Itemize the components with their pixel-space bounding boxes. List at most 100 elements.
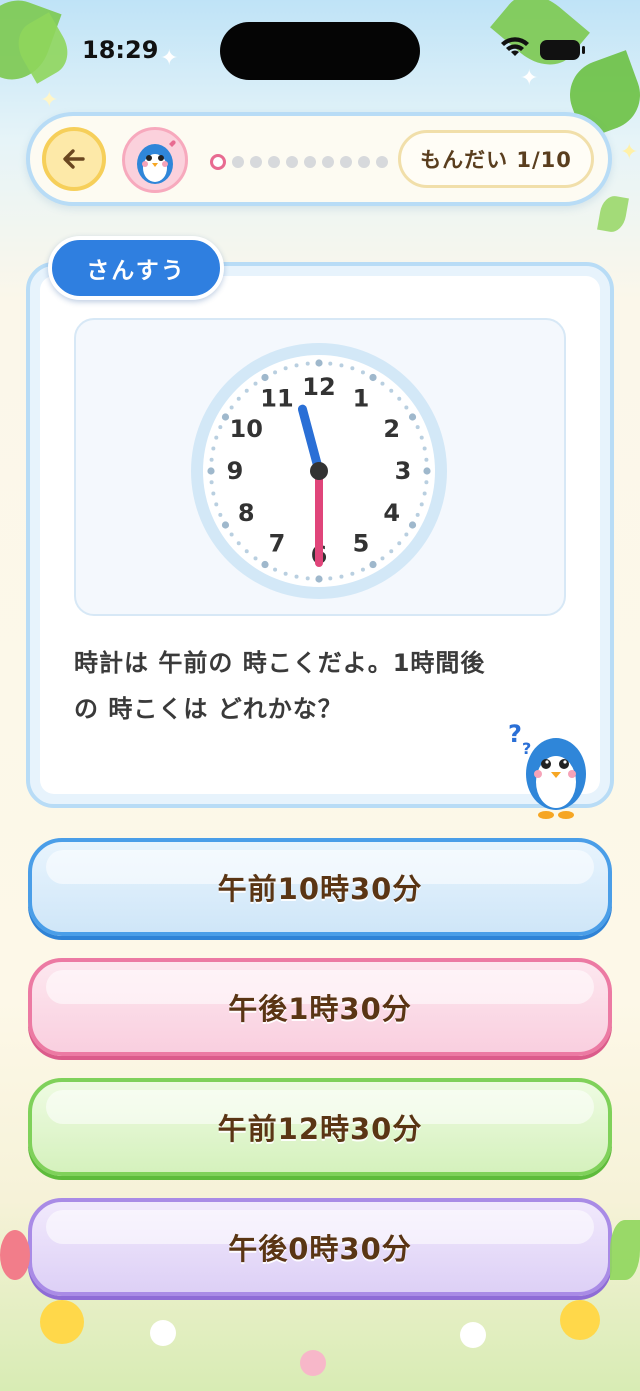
battery-icon <box>540 40 585 60</box>
answer-option-1[interactable]: 午前10時30分 <box>28 838 612 936</box>
clock-number: 5 <box>353 530 370 558</box>
clock-tick <box>236 396 241 401</box>
clock-tick <box>283 366 288 371</box>
clock-tick <box>339 363 344 368</box>
clock-tick <box>294 363 299 368</box>
clock-panel: 121234567891011 <box>74 318 566 616</box>
question-text-line1: 時計は 午前の 時こくだよ。1時間後 <box>74 649 486 677</box>
svg-text:?: ? <box>522 739 531 758</box>
status-time: 18:29 <box>82 36 159 64</box>
progress-dot <box>232 156 244 168</box>
clock-tick <box>211 491 216 496</box>
clock-number: 9 <box>227 457 244 485</box>
clock-tick <box>221 413 230 421</box>
clock-tick <box>360 370 365 375</box>
answer-option-label: 午後1時30分 <box>228 992 412 1026</box>
clock-tick <box>397 541 402 546</box>
clock-tick <box>350 571 355 576</box>
progress-dot <box>304 156 316 168</box>
progress-dot <box>268 156 280 168</box>
clock-tick <box>389 388 394 393</box>
wifi-icon <box>501 37 529 56</box>
clock-tick <box>209 457 214 462</box>
progress-dot <box>322 156 334 168</box>
clock-tick <box>415 512 420 517</box>
answer-option-label: 午前12時30分 <box>217 1112 423 1146</box>
answer-option-4[interactable]: 午後0時30分 <box>28 1198 612 1296</box>
quiz-header: もんだい 1/10 <box>26 112 612 206</box>
progress-dots <box>210 154 388 170</box>
progress-dot <box>376 156 388 168</box>
clock-tick <box>253 556 258 561</box>
dynamic-island <box>220 22 420 80</box>
clock-tick <box>305 576 310 581</box>
clock-tick <box>229 405 234 410</box>
leaf-decoration <box>610 1220 640 1280</box>
clock-tick <box>253 381 258 386</box>
clock-tick <box>209 480 214 485</box>
progress-dot-current <box>210 154 226 170</box>
penguin-mascot-icon <box>137 140 176 184</box>
clock-tick <box>415 425 420 430</box>
clock-tick <box>380 556 385 561</box>
clock-tick <box>214 502 219 507</box>
clock-tick <box>404 405 409 410</box>
progress-dot <box>286 156 298 168</box>
clock-tick <box>328 576 333 581</box>
clock-tick <box>315 575 323 583</box>
clock-tick <box>397 396 402 401</box>
clock-number: 3 <box>395 457 412 485</box>
clock-number: 10 <box>230 415 263 443</box>
sparkle-icon: ✦ <box>620 140 639 165</box>
flower-decoration <box>460 1322 486 1348</box>
question-counter: もんだい 1/10 <box>398 130 594 188</box>
answer-option-3[interactable]: 午前12時30分 <box>28 1078 612 1176</box>
clock-number: 4 <box>383 499 400 527</box>
clock-tick <box>221 521 230 529</box>
clock-tick <box>236 541 241 546</box>
clock-tick <box>419 502 424 507</box>
clock-tick <box>369 560 377 569</box>
status-bar: 18:29 <box>0 0 640 100</box>
clock-tick <box>261 373 269 382</box>
clock-tick <box>244 388 249 393</box>
flower-decoration <box>0 1230 30 1280</box>
clock-number: 8 <box>238 499 255 527</box>
clock-tick <box>305 361 310 366</box>
clock-tick <box>218 425 223 430</box>
clock-tick <box>294 574 299 579</box>
clock-tick <box>339 574 344 579</box>
clock-number: 1 <box>353 384 370 412</box>
clock-tick <box>273 567 278 572</box>
clock-tick <box>315 359 323 367</box>
clock-tick <box>211 446 216 451</box>
clock-center <box>310 462 328 480</box>
clock-tick <box>229 532 234 537</box>
clock-tick <box>350 366 355 371</box>
clock-tick <box>218 512 223 517</box>
progress-dot <box>250 156 262 168</box>
clock-tick <box>261 560 269 569</box>
clock-tick <box>360 567 365 572</box>
question-text-line2: の 時こくは どれかな？ <box>74 695 343 723</box>
clock-tick <box>422 446 427 451</box>
clock-tick <box>369 373 377 382</box>
clock-tick <box>207 467 215 475</box>
clock-tick <box>380 381 385 386</box>
answer-option-label: 午前10時30分 <box>217 872 423 906</box>
answer-option-label: 午後0時30分 <box>228 1232 412 1266</box>
arrow-left-icon <box>63 149 85 169</box>
clock-tick <box>328 361 333 366</box>
answer-option-2[interactable]: 午後1時30分 <box>28 958 612 1056</box>
clock-tick <box>283 571 288 576</box>
flower-decoration <box>560 1300 600 1340</box>
back-button[interactable] <box>42 127 106 191</box>
clock-tick <box>408 521 417 529</box>
clock-tick <box>404 532 409 537</box>
flower-decoration <box>150 1320 176 1346</box>
flower-decoration <box>300 1350 326 1376</box>
clock-tick <box>423 467 431 475</box>
clock-tick <box>214 435 219 440</box>
clock-number: 11 <box>260 384 293 412</box>
clock-tick <box>424 480 429 485</box>
